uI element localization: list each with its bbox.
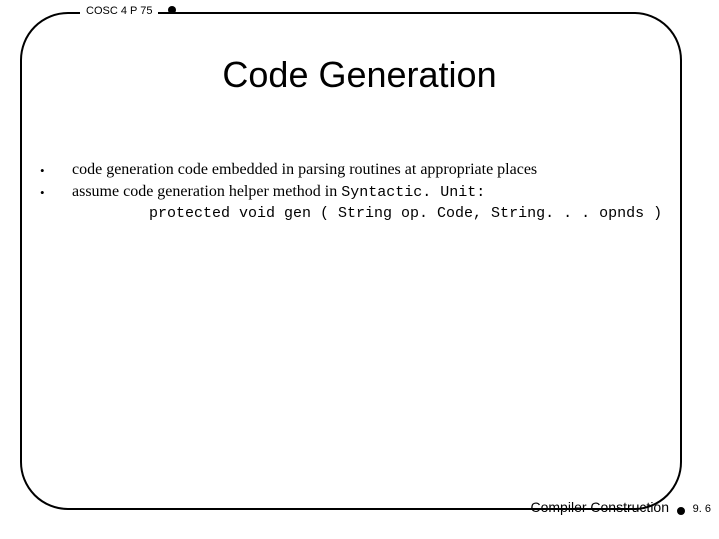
bullet-text-prefix: assume code generation helper method in (72, 183, 341, 200)
bullet-text: code generation code embedded in parsing… (72, 160, 680, 181)
bullet-text-mono: Syntactic. Unit: (341, 184, 485, 201)
bullet-item: • code generation code embedded in parsi… (40, 160, 680, 181)
slide-title: Code Generation (0, 54, 719, 96)
decorative-dot-bottom (677, 507, 685, 515)
bullet-marker: • (40, 160, 72, 180)
bullet-text: assume code generation helper method in … (72, 182, 680, 203)
decorative-dot-top (168, 6, 176, 14)
footer-text: Compiler Construction (531, 499, 670, 515)
bullet-marker: • (40, 182, 72, 202)
code-line: protected void gen ( String op. Code, St… (122, 204, 680, 224)
content-area: • code generation code embedded in parsi… (40, 160, 680, 223)
course-label: COSC 4 P 75 (80, 5, 158, 17)
bullet-item: • assume code generation helper method i… (40, 182, 680, 203)
page-number: 9. 6 (693, 503, 711, 515)
